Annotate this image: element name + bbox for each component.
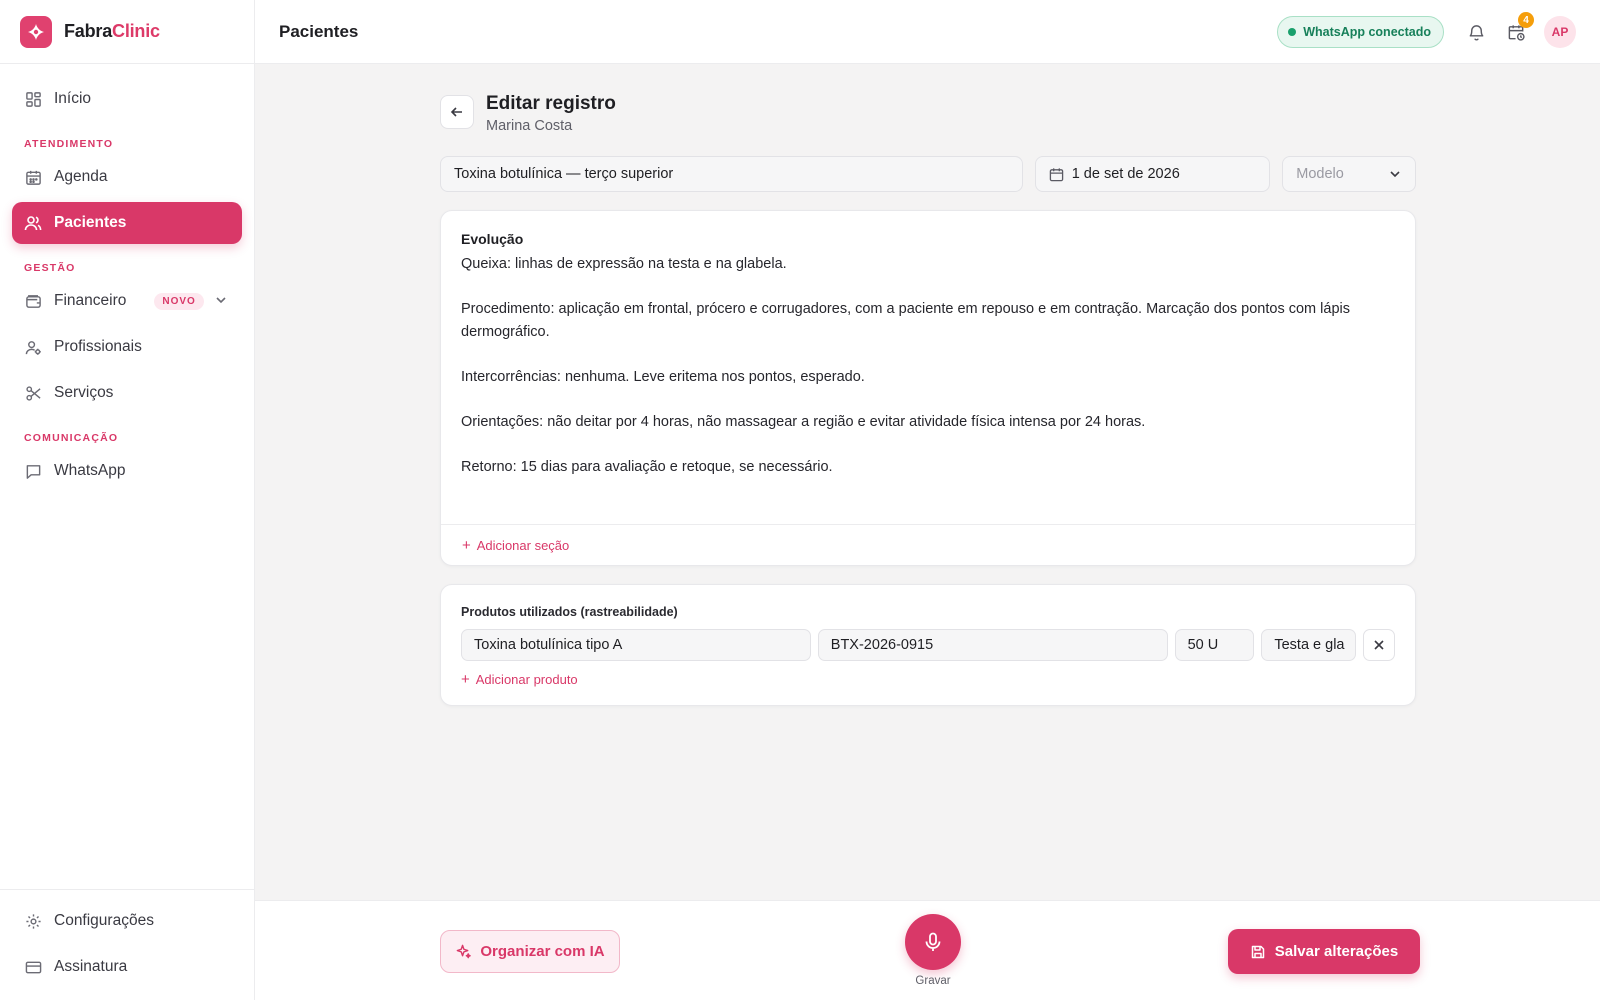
new-badge: NOVO [154, 292, 204, 310]
products-card: Produtos utilizados (rastreabilidade) To… [440, 584, 1416, 706]
sidebar-item-label: Pacientes [54, 214, 127, 231]
record-title: Editar registro [486, 93, 616, 114]
topbar-actions: WhatsApp conectado 4 AP [1277, 12, 1576, 48]
microphone-icon [922, 931, 944, 953]
sidebar-item-label: Agenda [54, 168, 108, 185]
sidebar-nav: Início ATENDIMENTO Agenda Pacientes GEST… [0, 64, 254, 492]
sidebar-item-label: Serviços [54, 384, 114, 401]
sidebar-item-inicio[interactable]: Início [12, 78, 242, 120]
record-title-input[interactable]: Toxina botulínica — terço superior [440, 156, 1023, 192]
product-lot-input[interactable]: BTX-2026-0915 [817, 629, 1168, 661]
user-gear-icon [24, 338, 42, 356]
save-label: Salvar alterações [1274, 943, 1399, 960]
product-row: Toxina botulínica tipo A BTX-2026-0915 5… [461, 629, 1395, 661]
calendar-icon [24, 168, 42, 186]
brand-name: FabraClinic [64, 21, 160, 42]
brand-name-part2: Clinic [112, 21, 160, 41]
users-icon [24, 214, 42, 232]
brand-name-part1: Fabra [64, 21, 113, 41]
record-button[interactable] [905, 914, 961, 970]
whatsapp-status-badge[interactable]: WhatsApp conectado [1277, 16, 1444, 48]
page-title: Pacientes [279, 21, 359, 41]
back-button[interactable] [440, 95, 474, 129]
evolution-title: Evolução [461, 231, 524, 247]
chevron-down-icon [1388, 167, 1402, 181]
product-name-input[interactable]: Toxina botulínica tipo A [461, 629, 811, 661]
plus-icon: + [462, 536, 471, 554]
add-product-button[interactable]: + Adicionar produto [461, 671, 1395, 688]
section-atendimento: ATENDIMENTO [24, 138, 114, 150]
close-icon [1373, 639, 1385, 651]
sidebar-item-financeiro[interactable]: Financeiro NOVO [12, 280, 242, 322]
sidebar-item-configuracoes[interactable]: Configurações [12, 900, 242, 942]
bell-icon [1467, 23, 1486, 42]
record-heading: Editar registro Marina Costa [486, 92, 616, 134]
plus-icon: + [461, 671, 470, 688]
sparkles-icon [455, 943, 472, 960]
sidebar-item-agenda[interactable]: Agenda [12, 156, 242, 198]
remove-product-button[interactable] [1363, 629, 1395, 661]
sidebar-item-label: Configurações [54, 912, 154, 929]
product-quantity-input[interactable]: 50 U [1174, 629, 1255, 661]
sidebar-item-servicos[interactable]: Serviços [12, 372, 242, 414]
status-dot-icon [1288, 28, 1297, 36]
organize-ai-button[interactable]: Organizar com IA [440, 930, 620, 973]
record-control: Gravar [897, 914, 969, 987]
product-area-input[interactable]: Testa e gla [1261, 629, 1357, 661]
sidebar-item-whatsapp[interactable]: WhatsApp [12, 450, 242, 492]
topbar: Pacientes WhatsApp conectado 4 AP [255, 0, 1600, 64]
evolution-textarea[interactable]: Queixa: linhas de expressão na testa e n… [441, 247, 1415, 478]
action-bar: Organizar com IA Gravar Salvar alteraçõe… [255, 900, 1600, 1000]
logo-icon [20, 15, 52, 48]
arrow-left-icon [450, 105, 464, 119]
chevron-down-icon[interactable] [214, 293, 228, 312]
products-title: Produtos utilizados (rastreabilidade) [461, 605, 678, 619]
sidebar-item-label: Assinatura [54, 958, 128, 975]
sidebar-bottom: Configurações Assinatura [0, 889, 254, 1000]
sidebar-item-profissionais[interactable]: Profissionais [12, 326, 242, 368]
organize-ai-label: Organizar com IA [480, 943, 605, 960]
add-section-button[interactable]: + Adicionar seção [441, 524, 1415, 565]
date-value: 1 de set de 2026 [1071, 166, 1180, 182]
message-icon [24, 462, 42, 480]
reminders-button[interactable]: 4 [1500, 12, 1534, 48]
save-icon [1250, 944, 1266, 960]
model-placeholder: Modelo [1296, 166, 1344, 182]
record-header: Editar registro Marina Costa [440, 92, 1416, 134]
scissors-icon [24, 384, 42, 402]
add-section-label: Adicionar seção [476, 537, 570, 553]
calendar-icon [1049, 167, 1064, 182]
save-button[interactable]: Salvar alterações [1228, 929, 1420, 974]
avatar[interactable]: AP [1544, 16, 1576, 48]
edit-record-form: Editar registro Marina Costa Toxina botu… [440, 92, 1416, 706]
record-label: Gravar [915, 975, 951, 987]
record-fields: Toxina botulínica — terço superior 1 de … [440, 156, 1416, 192]
sidebar-item-label: Profissionais [54, 338, 142, 355]
model-select[interactable]: Modelo [1282, 156, 1416, 192]
sidebar-item-assinatura[interactable]: Assinatura [12, 946, 242, 988]
whatsapp-status-label: WhatsApp conectado [1303, 25, 1431, 39]
gear-icon [24, 912, 42, 930]
patient-name: Marina Costa [486, 118, 573, 134]
evolution-card: Evolução Queixa: linhas de expressão na … [440, 210, 1416, 566]
sidebar-item-label: Início [54, 90, 92, 107]
section-comunicacao: COMUNICAÇÃO [24, 432, 119, 444]
add-product-label: Adicionar produto [475, 672, 578, 687]
notifications-button[interactable] [1460, 16, 1492, 48]
sidebar-item-label: Financeiro [54, 292, 127, 309]
section-gestao: GESTÃO [24, 262, 76, 274]
notification-count-badge: 4 [1518, 12, 1534, 28]
sidebar-item-pacientes[interactable]: Pacientes [12, 202, 242, 244]
sidebar: FabraClinic Início ATENDIMENTO Agenda Pa… [0, 0, 255, 1000]
sidebar-item-label: WhatsApp [54, 462, 126, 479]
grid-icon [24, 90, 42, 108]
credit-card-icon [24, 958, 42, 976]
date-picker[interactable]: 1 de set de 2026 [1034, 156, 1271, 192]
wallet-icon [24, 292, 42, 310]
brand[interactable]: FabraClinic [0, 0, 254, 64]
